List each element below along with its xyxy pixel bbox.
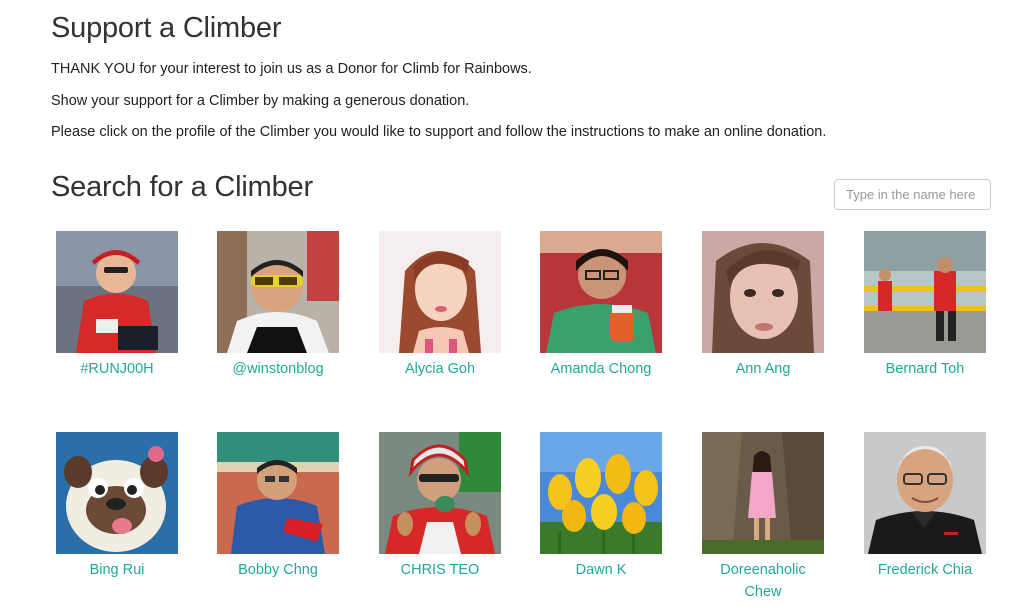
climber-photo[interactable] <box>56 432 178 554</box>
climber-name[interactable]: Alycia Goh <box>379 358 501 380</box>
climber-name[interactable]: Bobby Chng <box>217 559 339 581</box>
climber-card-runjooh[interactable]: #RUNJ00H <box>56 231 178 380</box>
climber-photo[interactable] <box>217 432 339 554</box>
intro-line-instructions: Please click on the profile of the Climb… <box>51 124 827 140</box>
climber-card-winstonblog[interactable]: @winstonblog <box>217 231 339 380</box>
search-input[interactable] <box>834 179 991 210</box>
climber-photo[interactable] <box>56 231 178 353</box>
climber-name[interactable]: Frederick Chia <box>864 559 986 581</box>
climber-card-dawn-k[interactable]: Dawn K <box>540 432 662 581</box>
climber-photo[interactable] <box>864 432 986 554</box>
climber-photo[interactable] <box>864 231 986 353</box>
climber-photo[interactable] <box>217 231 339 353</box>
climber-card-chris-teo[interactable]: CHRIS TEO <box>379 432 501 581</box>
climber-card-alycia-goh[interactable]: Alycia Goh <box>379 231 501 380</box>
climber-card-doreenaholic-chew[interactable]: Doreenaholic Chew <box>702 432 824 603</box>
page-title: Support a Climber <box>51 12 282 44</box>
climber-name[interactable]: Ann Ang <box>702 358 824 380</box>
climber-name[interactable]: Doreenaholic Chew <box>718 559 808 603</box>
climber-card-bernard-toh[interactable]: Bernard Toh <box>864 231 986 380</box>
climber-name[interactable]: Bing Rui <box>56 559 178 581</box>
search-heading: Search for a Climber <box>51 171 313 203</box>
climber-card-ann-ang[interactable]: Ann Ang <box>702 231 824 380</box>
climber-card-bing-rui[interactable]: Bing Rui <box>56 432 178 581</box>
intro-line-support: Show your support for a Climber by makin… <box>51 93 470 109</box>
climber-name[interactable]: CHRIS TEO <box>379 559 501 581</box>
climber-photo[interactable] <box>540 432 662 554</box>
climber-photo[interactable] <box>379 432 501 554</box>
climber-card-bobby-chng[interactable]: Bobby Chng <box>217 432 339 581</box>
climber-name[interactable]: Amanda Chong <box>540 358 662 380</box>
climber-photo[interactable] <box>702 432 824 554</box>
climber-name[interactable]: #RUNJ00H <box>56 358 178 380</box>
climber-card-frederick-chia[interactable]: Frederick Chia <box>864 432 986 581</box>
climber-photo[interactable] <box>702 231 824 353</box>
climber-photo[interactable] <box>540 231 662 353</box>
intro-line-thanks: THANK YOU for your interest to join us a… <box>51 61 532 77</box>
climber-name[interactable]: Dawn K <box>540 559 662 581</box>
climber-photo[interactable] <box>379 231 501 353</box>
climber-name[interactable]: Bernard Toh <box>864 358 986 380</box>
climber-card-amanda-chong[interactable]: Amanda Chong <box>540 231 662 380</box>
climber-name[interactable]: @winstonblog <box>217 358 339 380</box>
